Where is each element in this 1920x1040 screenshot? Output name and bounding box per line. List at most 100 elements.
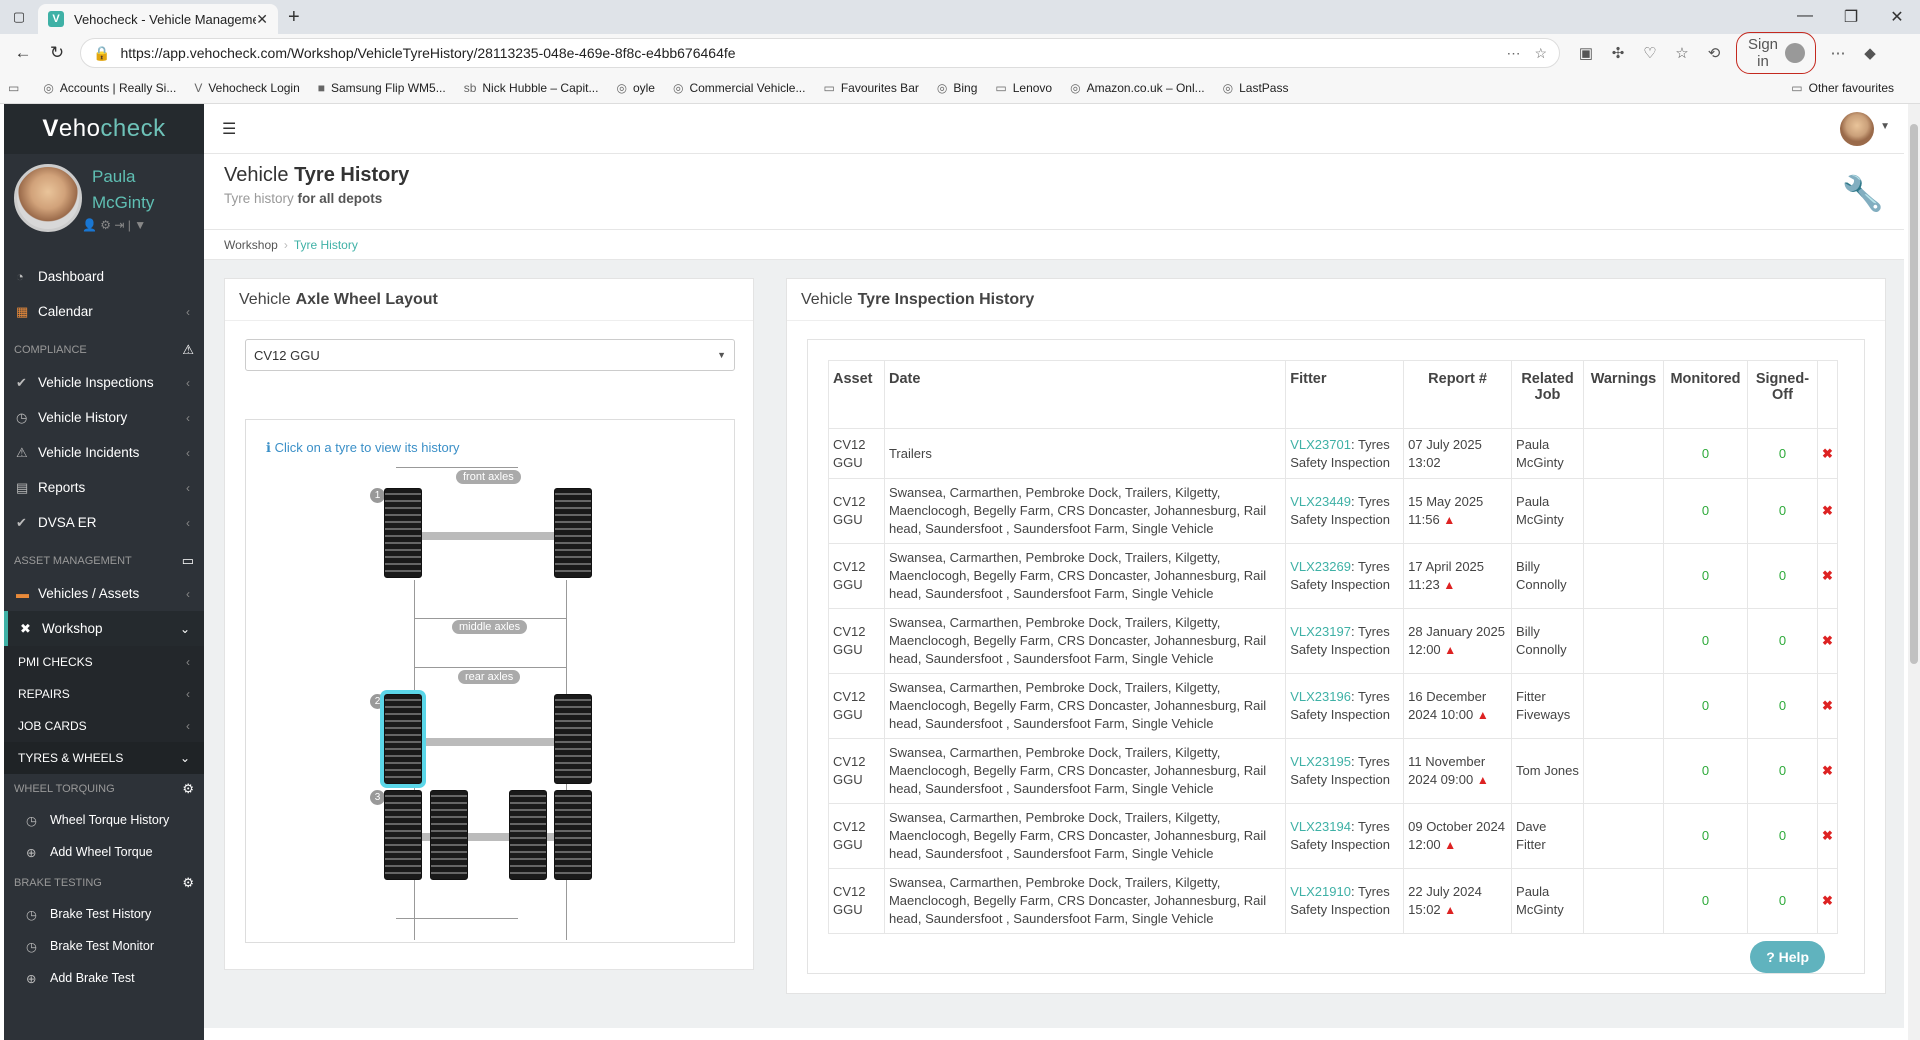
delete-icon[interactable]: ✖ xyxy=(1816,738,1839,804)
table-row[interactable]: CV12 GGU Swansea, Carmarthen, Pembroke Do… xyxy=(828,543,1839,609)
bookmark-item[interactable]: sb Nick Hubble – Capit... xyxy=(464,81,599,95)
report-link[interactable]: VLX23194 xyxy=(1290,819,1351,834)
help-button[interactable]: ? Help xyxy=(1750,941,1825,973)
sidebar-item-calendar[interactable]: ▦ Calendar ‹ xyxy=(4,294,204,329)
bookmark-item[interactable]: V Vehocheck Login xyxy=(194,81,299,95)
page-scrollbar[interactable] xyxy=(1908,104,1920,1040)
bookmark-item[interactable]: ◎ LastPass xyxy=(1223,81,1289,95)
sidebar-item-vehicle-history[interactable]: ◷ Vehicle History ‹ xyxy=(4,400,204,435)
bookmark-item[interactable]: ◎ Amazon.co.uk – Onl... xyxy=(1070,81,1205,95)
col-related-job[interactable]: Related Job xyxy=(1511,360,1584,429)
tyre-1-right[interactable] xyxy=(554,488,592,578)
table-row[interactable]: CV12 GGU Swansea, Carmarthen, Pembroke Do… xyxy=(828,738,1839,804)
delete-icon[interactable]: ✖ xyxy=(1816,478,1839,544)
reader-icon[interactable]: ⋯ xyxy=(1506,45,1520,62)
avatar[interactable] xyxy=(14,164,82,232)
col-fitter[interactable]: Fitter xyxy=(1285,360,1405,429)
tyre-3-right-inner[interactable] xyxy=(509,790,547,880)
sidebar-item-workshop[interactable]: ✖ Workshop ⌄ xyxy=(4,611,204,646)
browser-tab[interactable]: V Vehocheck - Vehicle Managemen ✕ xyxy=(38,4,278,34)
submenu-tyres-wheels[interactable]: TYRES & WHEELS ⌄ xyxy=(4,742,204,774)
delete-icon[interactable]: ✖ xyxy=(1816,803,1839,869)
tyre-3-left-inner[interactable] xyxy=(430,790,468,880)
report-link[interactable]: VLX23196 xyxy=(1290,689,1351,704)
site-info-icon[interactable]: 🔒 xyxy=(93,45,110,62)
bookmark-bar-icon[interactable]: ▭ xyxy=(8,81,25,95)
report-link[interactable]: VLX23701 xyxy=(1290,437,1351,452)
bookmark-item[interactable]: ◎ Accounts | Really Si... xyxy=(43,81,176,95)
other-favourites[interactable]: ▭ Other favourites xyxy=(1791,81,1894,95)
user-avatar[interactable] xyxy=(1840,112,1874,146)
hamburger-menu-icon[interactable]: ☰ xyxy=(222,119,236,139)
report-link[interactable]: VLX21910 xyxy=(1290,884,1351,899)
scrollbar-thumb[interactable] xyxy=(1910,124,1918,664)
delete-icon[interactable]: ✖ xyxy=(1816,543,1839,609)
submenu-pmi-checks[interactable]: PMI CHECKS ‹ xyxy=(4,646,204,678)
history-icon[interactable]: ⟲ xyxy=(1698,44,1730,62)
tyre-2-right[interactable] xyxy=(554,694,592,784)
tyre-1-left[interactable] xyxy=(384,488,422,578)
vehicle-select[interactable]: CV12 GGU ▼ xyxy=(245,339,735,371)
refresh-icon[interactable]: ↻ xyxy=(40,43,74,63)
report-link[interactable]: VLX23269 xyxy=(1290,559,1351,574)
delete-icon[interactable]: ✖ xyxy=(1816,608,1839,674)
sidebar-item-dashboard[interactable]: ◔ Dashboard xyxy=(4,259,204,294)
favourites-icon[interactable]: ☆ xyxy=(1666,44,1698,62)
filter-icon[interactable]: ▼ xyxy=(134,218,146,232)
window-menu-icon[interactable]: ▢ xyxy=(0,9,38,25)
sidebar-item-vehicle-inspections[interactable]: ✔ Vehicle Inspections ‹ xyxy=(4,365,204,400)
delete-icon[interactable]: ✖ xyxy=(1816,868,1839,934)
col-date[interactable]: Date xyxy=(883,360,1287,429)
table-row[interactable]: CV12 GGU Swansea, Carmarthen, Pembroke Do… xyxy=(828,803,1839,869)
puzzle-icon[interactable]: ✣ xyxy=(1602,44,1634,62)
delete-icon[interactable]: ✖ xyxy=(1816,428,1839,479)
minimize-icon[interactable]: — xyxy=(1782,7,1828,27)
breadcrumb-workshop[interactable]: Workshop xyxy=(224,238,278,252)
more-icon[interactable]: ⋯ xyxy=(1822,44,1854,62)
address-bar[interactable]: 🔒 https://app.vehocheck.com/Workshop/Veh… xyxy=(80,38,1560,68)
sidebar-item-wheel-torque-history[interactable]: ◷ Wheel Torque History xyxy=(4,804,204,836)
bookmark-item[interactable]: ■ Samsung Flip WM5... xyxy=(318,81,446,95)
close-tab-icon[interactable]: ✕ xyxy=(256,11,268,28)
submenu-job-cards[interactable]: JOB CARDS ‹ xyxy=(4,710,204,742)
vehocheck-logo[interactable]: Veho check xyxy=(4,104,204,154)
close-window-icon[interactable]: ✕ xyxy=(1874,7,1920,27)
col-monitored[interactable]: Monitored xyxy=(1662,360,1748,429)
new-tab-icon[interactable]: + xyxy=(288,6,300,29)
table-row[interactable]: CV12 GGU Swansea, Carmarthen, Pembroke Do… xyxy=(828,608,1839,674)
submenu-repairs[interactable]: REPAIRS ‹ xyxy=(4,678,204,710)
tyre-3-right-outer[interactable] xyxy=(554,790,592,880)
performance-icon[interactable]: ♡ xyxy=(1634,44,1666,62)
restore-icon[interactable]: ❐ xyxy=(1828,7,1874,27)
sidebar-item-vehicle-incidents[interactable]: ⚠ Vehicle Incidents ‹ xyxy=(4,435,204,470)
back-icon[interactable]: ← xyxy=(6,43,40,63)
user-icon[interactable]: 👤 xyxy=(82,218,97,232)
settings-gear-icon[interactable]: ⚙ xyxy=(100,218,111,232)
bookmark-item[interactable]: ◎ Commercial Vehicle... xyxy=(673,81,806,95)
sidebar-item-add-wheel-torque[interactable]: ⊕ Add Wheel Torque xyxy=(4,836,204,868)
col-asset[interactable]: Asset xyxy=(828,360,885,429)
sidebar-item-brake-test-monitor[interactable]: ◷ Brake Test Monitor xyxy=(4,930,204,962)
tyre-3-left-outer[interactable] xyxy=(384,790,422,880)
table-row[interactable]: CV12 GGU Swansea, Carmarthen, Pembroke Do… xyxy=(828,673,1839,739)
sidebar-item-brake-test-history[interactable]: ◷ Brake Test History xyxy=(4,898,204,930)
bookmark-folder[interactable]: ▭ Favourites Bar xyxy=(823,81,918,95)
col-signed-off[interactable]: Signed-Off xyxy=(1746,360,1818,429)
sidebar-item-vehicles-assets[interactable]: ▬ Vehicles / Assets ‹ xyxy=(4,576,204,611)
sidebar-item-reports[interactable]: ▤ Reports ‹ xyxy=(4,470,204,505)
favourite-star-icon[interactable]: ☆ xyxy=(1534,45,1547,62)
copilot-icon[interactable]: ◆ xyxy=(1854,44,1886,62)
logout-icon[interactable]: ⇥ xyxy=(114,218,124,232)
table-row[interactable]: CV12 GGU Swansea, Carmarthen, Pembroke Do… xyxy=(828,868,1839,934)
sign-in-button[interactable]: Sign in xyxy=(1736,32,1816,74)
col-report[interactable]: Report # xyxy=(1403,360,1513,429)
bookmark-folder[interactable]: ▭ Lenovo xyxy=(995,81,1052,95)
bookmark-item[interactable]: ◎ Bing xyxy=(937,81,978,95)
sidebar-item-dvsa-er[interactable]: ✔ DVSA ER ‹ xyxy=(4,505,204,540)
table-row[interactable]: CV12 GGU Trailers VLX23701: Tyres Safety I… xyxy=(828,428,1839,479)
bookmark-item[interactable]: ◎ oyle xyxy=(616,81,655,95)
col-warnings[interactable]: Warnings xyxy=(1583,360,1664,429)
sidebar-item-add-brake-test[interactable]: ⊕ Add Brake Test xyxy=(4,962,204,994)
chevron-down-icon[interactable]: ▼ xyxy=(1880,121,1890,132)
report-link[interactable]: VLX23449 xyxy=(1290,494,1351,509)
